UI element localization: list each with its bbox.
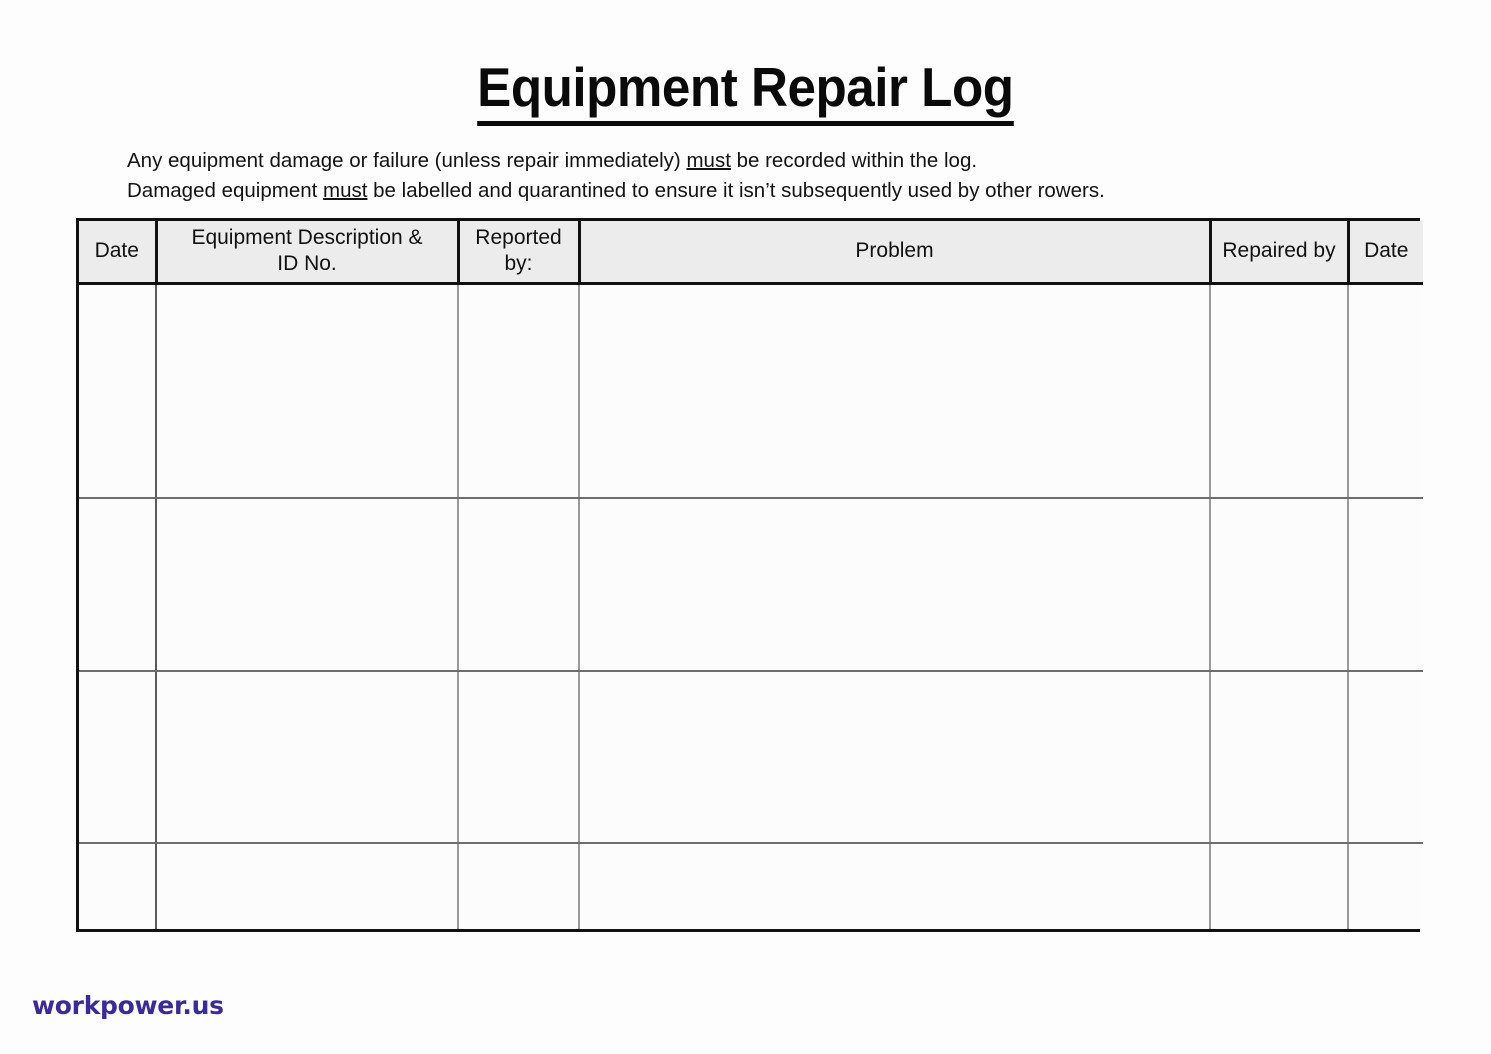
page-title-container: Equipment Repair Log	[0, 56, 1491, 126]
table-row	[79, 842, 1423, 929]
cell-reported-by[interactable]	[458, 283, 580, 500]
cell-date-repaired[interactable]	[1348, 842, 1423, 929]
intro-line-1-part-2: be recorded within the log.	[730, 149, 978, 172]
cell-problem[interactable]	[579, 842, 1211, 929]
table-header-row-group: Date Equipment Description & ID No. Repo…	[79, 221, 1423, 285]
document-page: Equipment Repair Log Any equipment damag…	[0, 0, 1491, 1054]
intro-line-2: Damaged equipment must be labelled and q…	[127, 176, 1105, 206]
page-title: Equipment Repair Log	[477, 56, 1014, 126]
table-row	[79, 283, 1423, 500]
intro-line-2-emphasis: must	[323, 179, 368, 202]
intro-line-2-part-1: Damaged equipment	[127, 179, 324, 202]
cell-date-repaired[interactable]	[1348, 670, 1423, 844]
intro-line-1-part-1: Any equipment damage or failure (unless …	[127, 149, 687, 172]
column-header-reported-by-line-1: Reported	[475, 226, 562, 250]
cell-repaired-by[interactable]	[1210, 283, 1349, 500]
column-header-repaired-by: Repaired by	[1210, 221, 1350, 285]
cell-equipment-description[interactable]	[156, 842, 459, 929]
repair-log-table-frame: Date Equipment Description & ID No. Repo…	[76, 218, 1423, 932]
column-header-reported-by: Reported by:	[458, 221, 581, 285]
cell-equipment-description[interactable]	[156, 670, 459, 844]
column-header-equipment-description-line-1: Equipment Description &	[191, 226, 423, 250]
column-header-equipment-description: Equipment Description & ID No.	[156, 221, 460, 285]
cell-date-repaired[interactable]	[1348, 498, 1423, 672]
cell-equipment-description[interactable]	[156, 498, 459, 672]
repair-log-table: Date Equipment Description & ID No. Repo…	[79, 221, 1423, 929]
intro-line-1-emphasis: must	[686, 149, 731, 172]
column-header-date-reported: Date	[79, 221, 158, 285]
cell-repaired-by[interactable]	[1210, 670, 1349, 844]
cell-reported-by[interactable]	[458, 842, 580, 929]
cell-repaired-by[interactable]	[1210, 842, 1349, 929]
intro-line-1: Any equipment damage or failure (unless …	[127, 146, 1105, 176]
column-header-date-repaired: Date	[1348, 221, 1423, 285]
column-header-reported-by-line-2: by:	[504, 252, 533, 276]
table-header-row: Date Equipment Description & ID No. Repo…	[79, 221, 1423, 285]
watermark-workpower: workpower.us	[32, 991, 224, 1020]
cell-date-reported[interactable]	[79, 842, 157, 929]
cell-reported-by[interactable]	[458, 498, 580, 672]
cell-reported-by[interactable]	[458, 670, 580, 844]
cell-repaired-by[interactable]	[1210, 498, 1349, 672]
cell-date-repaired[interactable]	[1348, 283, 1423, 500]
cell-problem[interactable]	[579, 498, 1211, 672]
intro-text: Any equipment damage or failure (unless …	[127, 146, 1105, 206]
cell-problem[interactable]	[579, 670, 1211, 844]
cell-equipment-description[interactable]	[156, 283, 459, 500]
table-row	[79, 670, 1423, 844]
cell-date-reported[interactable]	[79, 498, 157, 672]
table-row	[79, 498, 1423, 672]
column-header-problem: Problem	[579, 221, 1212, 285]
column-header-equipment-description-line-2: ID No.	[277, 252, 337, 276]
cell-date-reported[interactable]	[79, 670, 157, 844]
intro-line-2-part-2: be labelled and quarantined to ensure it…	[367, 179, 1105, 202]
cell-problem[interactable]	[579, 283, 1211, 500]
table-body	[79, 283, 1423, 929]
cell-date-reported[interactable]	[79, 283, 157, 500]
